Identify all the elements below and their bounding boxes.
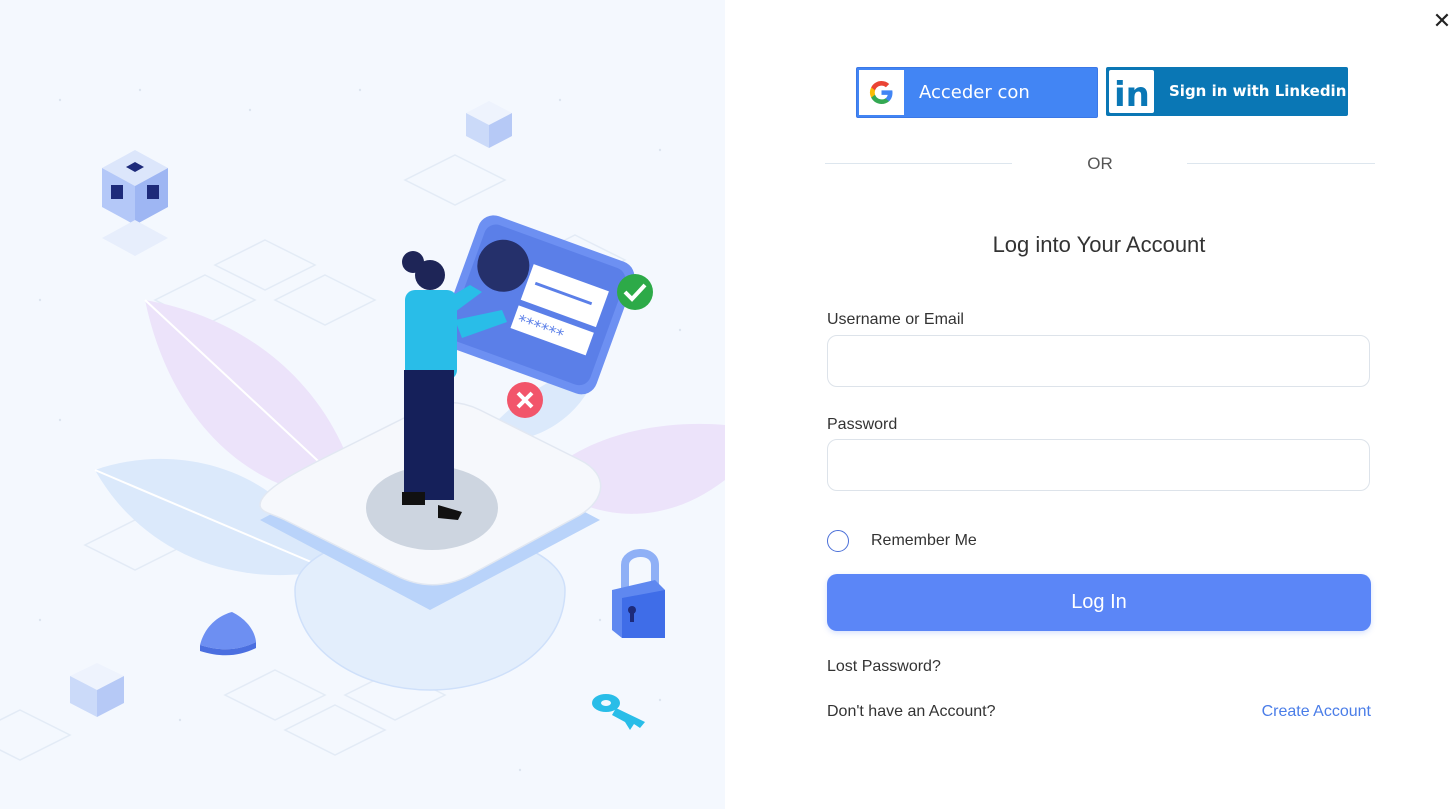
login-button[interactable]: Log In xyxy=(827,574,1371,631)
login-title: Log into Your Account xyxy=(992,232,1206,257)
password-input[interactable] xyxy=(827,439,1370,491)
login-illustration: ****** xyxy=(0,0,725,809)
divider-line-left xyxy=(825,163,1012,164)
security-illustration: ****** xyxy=(0,88,725,772)
linkedin-icon: in xyxy=(1109,70,1154,115)
linkedin-logo-text: in xyxy=(1114,75,1150,113)
linkedin-login-button[interactable]: in Sign in with Linkedin xyxy=(1106,67,1348,116)
google-login-button[interactable]: Acceder con Google xyxy=(856,67,1098,152)
username-label: Username or Email xyxy=(827,311,964,328)
password-label: Password xyxy=(827,416,898,433)
remember-me-label[interactable]: Remember Me xyxy=(871,532,977,550)
create-account-link[interactable]: Create Account xyxy=(1262,703,1371,721)
divider-line-right xyxy=(1187,163,1375,164)
close-icon[interactable]: ✕ xyxy=(1430,10,1453,34)
or-divider-text: OR xyxy=(1087,154,1113,173)
username-input[interactable] xyxy=(827,335,1370,387)
google-icon xyxy=(859,70,904,115)
linkedin-login-label: Sign in with Linkedin xyxy=(1169,82,1347,100)
google-login-label: Acceder con Google xyxy=(919,82,1030,152)
remember-me-checkbox[interactable] xyxy=(827,530,849,552)
no-account-text: Don't have an Account? xyxy=(827,703,996,720)
lost-password-link[interactable]: Lost Password? xyxy=(827,658,941,676)
